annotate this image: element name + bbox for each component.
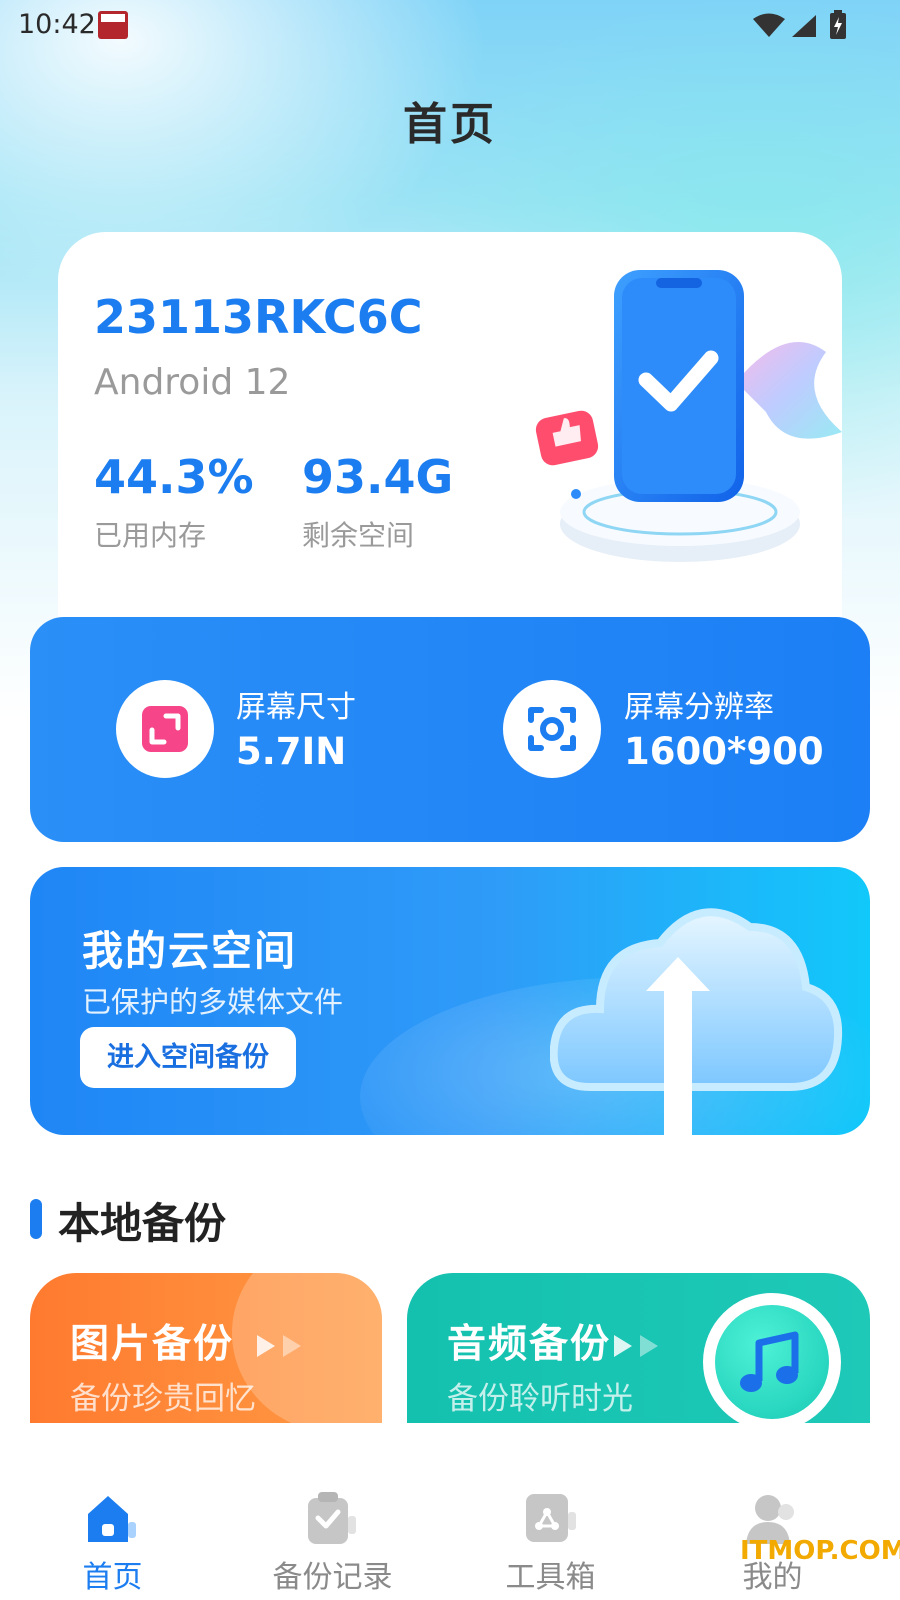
app-notification-icon	[98, 11, 128, 39]
tab-backup-records[interactable]: 备份记录	[220, 1428, 445, 1600]
device-info-card: 23113RKC6C Android 12 44.3% 已用内存 93.4G 剩…	[58, 232, 842, 652]
tab-label: 工具箱	[505, 1560, 596, 1595]
device-model: 23113RKC6C	[94, 290, 423, 344]
signal-icon	[792, 15, 816, 37]
free-space-label: 剩余空间	[302, 519, 415, 552]
screen-size-label: 屏幕尺寸	[236, 690, 356, 725]
photo-backup-card[interactable]: 图片备份 备份珍贵回忆	[30, 1273, 382, 1423]
memory-used-value: 44.3%	[94, 450, 254, 504]
battery-icon	[830, 10, 846, 39]
photo-backup-subtitle: 备份珍贵回忆	[70, 1381, 256, 1417]
status-time: 10:42	[18, 9, 96, 40]
enter-cloud-backup-button[interactable]: 进入空间备份	[80, 1027, 296, 1088]
play-arrows-icon	[614, 1335, 658, 1357]
page-title: 首页	[403, 99, 497, 150]
tab-label: 备份记录	[272, 1560, 393, 1595]
audio-backup-subtitle: 备份聆听时光	[447, 1381, 633, 1417]
tab-label: 首页	[82, 1560, 143, 1595]
play-arrows-icon	[257, 1335, 301, 1357]
toolbox-icon	[526, 1494, 576, 1542]
cloud-space-card[interactable]: 我的云空间 已保护的多媒体文件 进入空间备份	[30, 867, 870, 1135]
screen-size-value: 5.7IN	[236, 730, 347, 773]
device-os-version: Android 12	[94, 362, 291, 403]
cloud-upload-icon	[550, 908, 843, 1135]
screen-specs-card: 屏幕尺寸 5.7IN 屏幕分辨率 1600*900	[30, 617, 870, 842]
audio-backup-card[interactable]: 音频备份 备份聆听时光	[407, 1273, 870, 1423]
watermark-text: ITMOP.COM	[740, 1536, 900, 1566]
section-title-local-backup: 本地备份	[58, 1199, 227, 1248]
memory-used-label: 已用内存	[94, 519, 207, 552]
clipboard-check-icon	[308, 1492, 356, 1544]
photo-backup-title: 图片备份	[70, 1322, 235, 1367]
music-badge	[703, 1293, 841, 1423]
wifi-icon	[753, 13, 785, 37]
music-note-icon	[740, 1331, 799, 1392]
scan-icon	[503, 680, 601, 778]
audio-backup-title: 音频备份	[447, 1322, 612, 1367]
tab-home[interactable]: 首页	[0, 1428, 225, 1600]
tab-mine[interactable]: 我的	[660, 1428, 885, 1600]
free-space-value: 93.4G	[302, 450, 454, 504]
resize-icon	[116, 680, 214, 778]
resolution-value: 1600*900	[624, 730, 824, 773]
bottom-tab-bar: 首页 备份记录 工具箱 我的	[0, 1428, 900, 1600]
cloud-title: 我的云空间	[82, 927, 297, 975]
home-icon	[88, 1496, 136, 1542]
cloud-subtitle: 已保护的多媒体文件	[82, 985, 344, 1019]
phone-check-illustration	[535, 270, 842, 562]
status-bar: 10:42	[0, 0, 900, 50]
tab-toolbox[interactable]: 工具箱	[438, 1428, 663, 1600]
resolution-label: 屏幕分辨率	[624, 690, 774, 725]
section-accent-bar	[30, 1199, 42, 1239]
